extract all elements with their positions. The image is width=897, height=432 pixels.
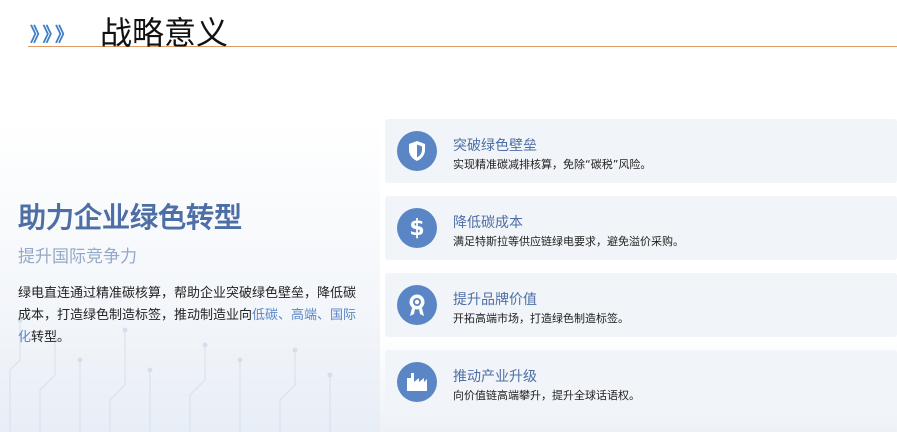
- chevron-right-icon: 》》》: [30, 24, 78, 46]
- shield-icon: [397, 131, 437, 171]
- card-title: 提升品牌价值: [453, 292, 537, 308]
- body-paragraph: 绿电直连通过精准碳核算，帮助企业突破绿色壁垒，降低碳成本，打造绿色制造标签，推动…: [18, 283, 363, 349]
- card-description: 向价值链高端攀升，提升全球话语权。: [453, 389, 640, 402]
- section-header: 》》》 战略意义: [28, 6, 897, 52]
- card-description: 满足特斯拉等供应链绿电要求，避免溢价采购。: [453, 235, 684, 248]
- card-title: 推动产业升级: [453, 369, 537, 385]
- factory-icon: [397, 362, 437, 402]
- card-title: 降低碳成本: [453, 215, 523, 231]
- benefit-cards: 突破绿色壁垒 实现精准碳减排核算，免除“碳税”风险。 $ 降低碳成本 满足特斯拉…: [385, 119, 897, 427]
- award-badge-icon: [397, 285, 437, 325]
- main-heading: 助力企业绿色转型: [18, 201, 243, 234]
- left-panel: 助力企业绿色转型 提升国际竞争力 绿电直连通过精准碳核算，帮助企业突破绿色壁垒，…: [18, 196, 363, 349]
- page-title: 战略意义: [100, 14, 229, 52]
- card-industry-upgrade: 推动产业升级 向价值链高端攀升，提升全球话语权。: [385, 350, 897, 414]
- dollar-icon: $: [397, 208, 437, 248]
- body-text-part2: 转型。: [31, 330, 71, 345]
- card-green-barrier: 突破绿色壁垒 实现精准碳减排核算，免除“碳税”风险。: [385, 119, 897, 183]
- card-brand-value: 提升品牌价值 开拓高端市场，打造绿色制造标签。: [385, 273, 897, 337]
- sub-heading: 提升国际竞争力: [18, 247, 137, 267]
- card-description: 实现精准碳减排核算，免除“碳税”风险。: [453, 158, 652, 171]
- card-reduce-carbon-cost: $ 降低碳成本 满足特斯拉等供应链绿电要求，避免溢价采购。: [385, 196, 897, 260]
- card-description: 开拓高端市场，打造绿色制造标签。: [453, 312, 629, 325]
- card-title: 突破绿色壁垒: [453, 138, 537, 154]
